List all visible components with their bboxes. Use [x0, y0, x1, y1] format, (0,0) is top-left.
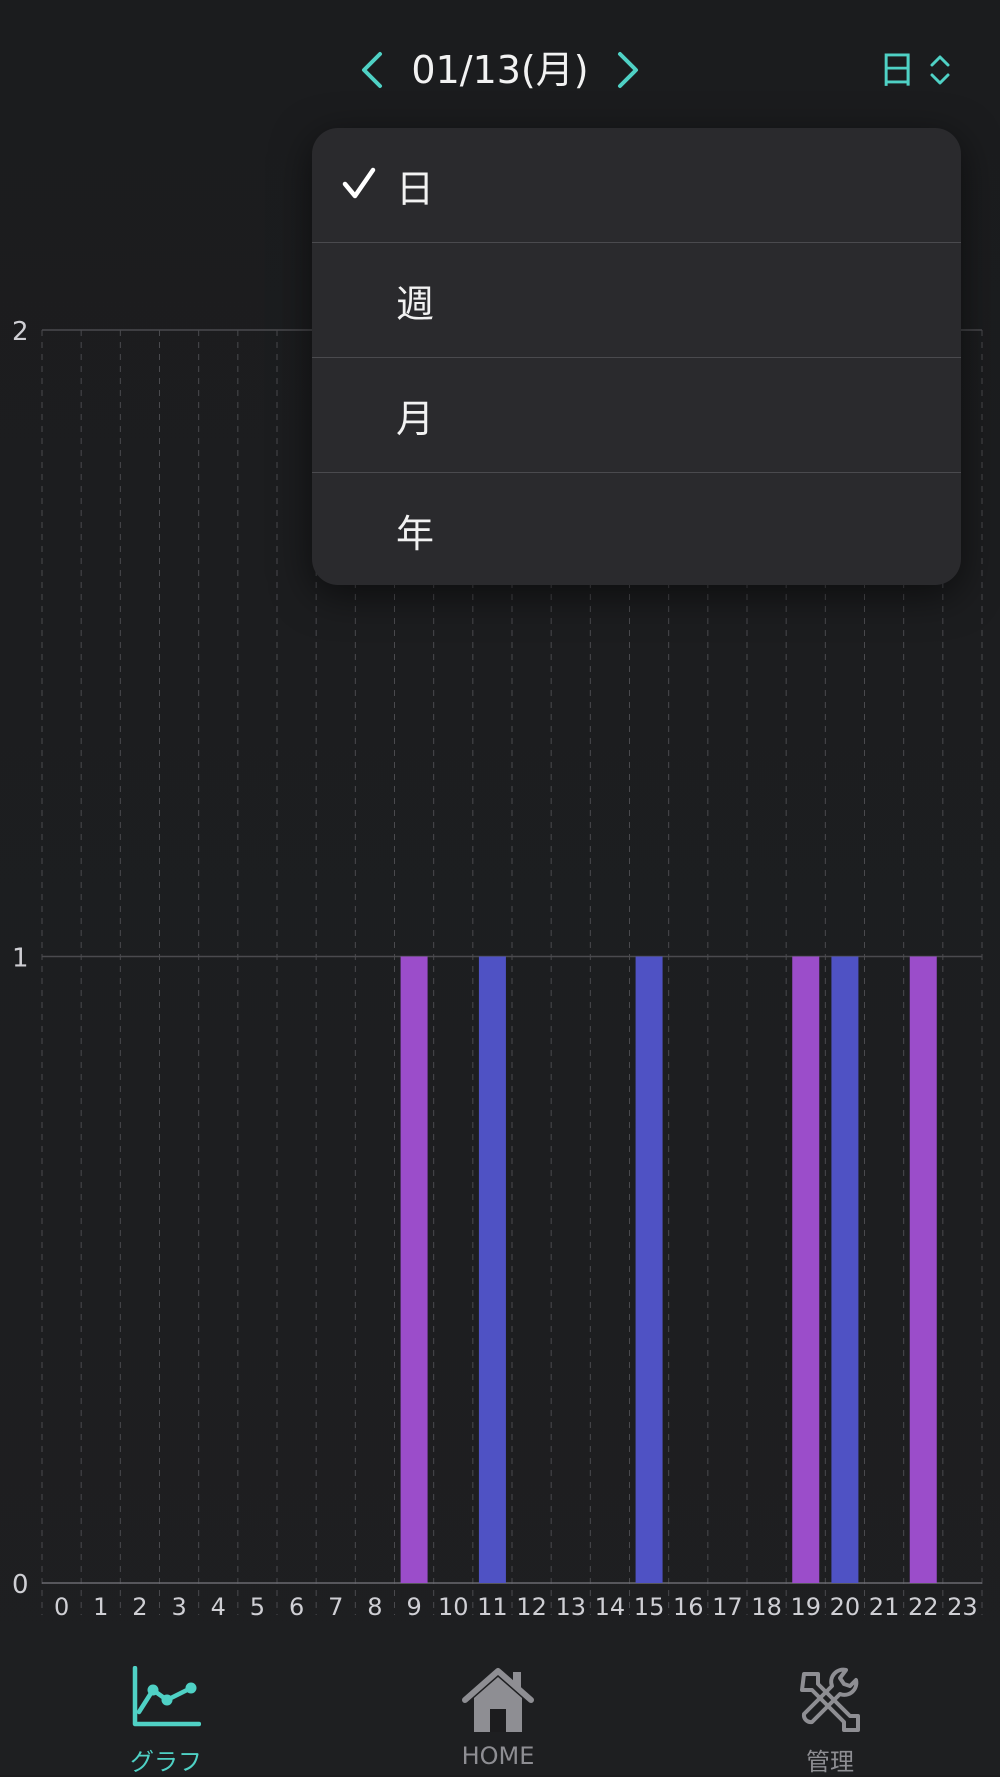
x-tick-label: 6 — [289, 1593, 304, 1621]
dropdown-option-month[interactable]: 月 — [312, 358, 961, 473]
x-tick-label: 17 — [712, 1593, 743, 1621]
y-tick-label: 0 — [12, 1570, 29, 1600]
x-tick-label: 13 — [555, 1593, 586, 1621]
x-tick-label: 14 — [595, 1593, 626, 1621]
x-tick-label: 16 — [673, 1593, 704, 1621]
y-tick-label: 1 — [12, 944, 29, 974]
checkmark-icon — [342, 167, 376, 199]
period-mode-selector[interactable]: 日 — [878, 44, 978, 96]
house-icon — [462, 1668, 534, 1732]
tab-admin[interactable]: 管理 — [730, 1650, 930, 1776]
chart-bar — [792, 956, 820, 1583]
line-chart-icon — [132, 1666, 201, 1727]
chart-bar — [635, 956, 663, 1583]
x-tick-label: 0 — [54, 1593, 69, 1621]
x-tick-label: 1 — [93, 1593, 108, 1621]
x-tick-label: 2 — [132, 1593, 147, 1621]
x-tick-label: 9 — [406, 1593, 421, 1621]
x-tick-label: 8 — [367, 1593, 382, 1621]
tools-icon — [800, 1667, 860, 1732]
x-tick-label: 4 — [211, 1593, 226, 1621]
x-tick-label: 5 — [250, 1593, 265, 1621]
tab-admin-label: 管理 — [806, 1748, 854, 1776]
x-tick-label: 10 — [438, 1593, 469, 1621]
x-tick-label: 19 — [790, 1593, 821, 1621]
dropdown-option-year[interactable]: 年 — [312, 473, 961, 585]
next-day-button[interactable] — [608, 48, 648, 92]
chart-bar — [478, 956, 506, 1583]
chart-bar — [400, 956, 428, 1583]
screen: 01/13(月) 日 0 1 2 0 1 2 3 4 5 6 7 8 9 10 11 12 13 14 15 16 17… — [0, 0, 1000, 1776]
dropdown-option-week[interactable]: 週 — [312, 243, 961, 358]
x-tick-label: 21 — [869, 1593, 900, 1621]
dropdown-option-day[interactable]: 日 — [312, 128, 961, 243]
chevron-left-icon — [362, 52, 382, 88]
y-tick-label: 2 — [12, 317, 29, 347]
tab-graph[interactable]: グラフ — [66, 1650, 266, 1776]
chart-bar — [909, 956, 937, 1583]
tab-home[interactable]: HOME — [398, 1650, 598, 1775]
tab-graph-label: グラフ — [130, 1748, 202, 1776]
chevron-updown-icon — [930, 55, 950, 85]
dropdown-option-label: 月 — [396, 396, 435, 441]
x-tick-label: 11 — [477, 1593, 508, 1621]
period-dropdown-menu: 日 週 月 年 — [312, 128, 961, 585]
tab-bar: グラフ HOME 管理 — [0, 1650, 1000, 1776]
header: 01/13(月) 日 — [0, 20, 1000, 120]
x-tick-label: 22 — [908, 1593, 939, 1621]
dropdown-option-label: 年 — [396, 511, 435, 556]
x-tick-label: 18 — [751, 1593, 782, 1621]
dropdown-option-label: 週 — [396, 281, 435, 326]
x-tick-label: 20 — [830, 1593, 861, 1621]
dropdown-option-label: 日 — [396, 166, 435, 211]
previous-day-button[interactable] — [352, 48, 392, 92]
period-mode-label: 日 — [878, 48, 917, 92]
date-label: 01/13(月) — [411, 48, 589, 92]
x-tick-label: 7 — [328, 1593, 343, 1621]
tab-home-label: HOME — [461, 1742, 535, 1770]
x-tick-label: 23 — [947, 1593, 978, 1621]
x-tick-label: 3 — [171, 1593, 186, 1621]
chart-bar — [831, 956, 859, 1583]
x-tick-label: 12 — [516, 1593, 547, 1621]
x-tick-label: 15 — [634, 1593, 665, 1621]
chevron-right-icon — [618, 52, 638, 88]
